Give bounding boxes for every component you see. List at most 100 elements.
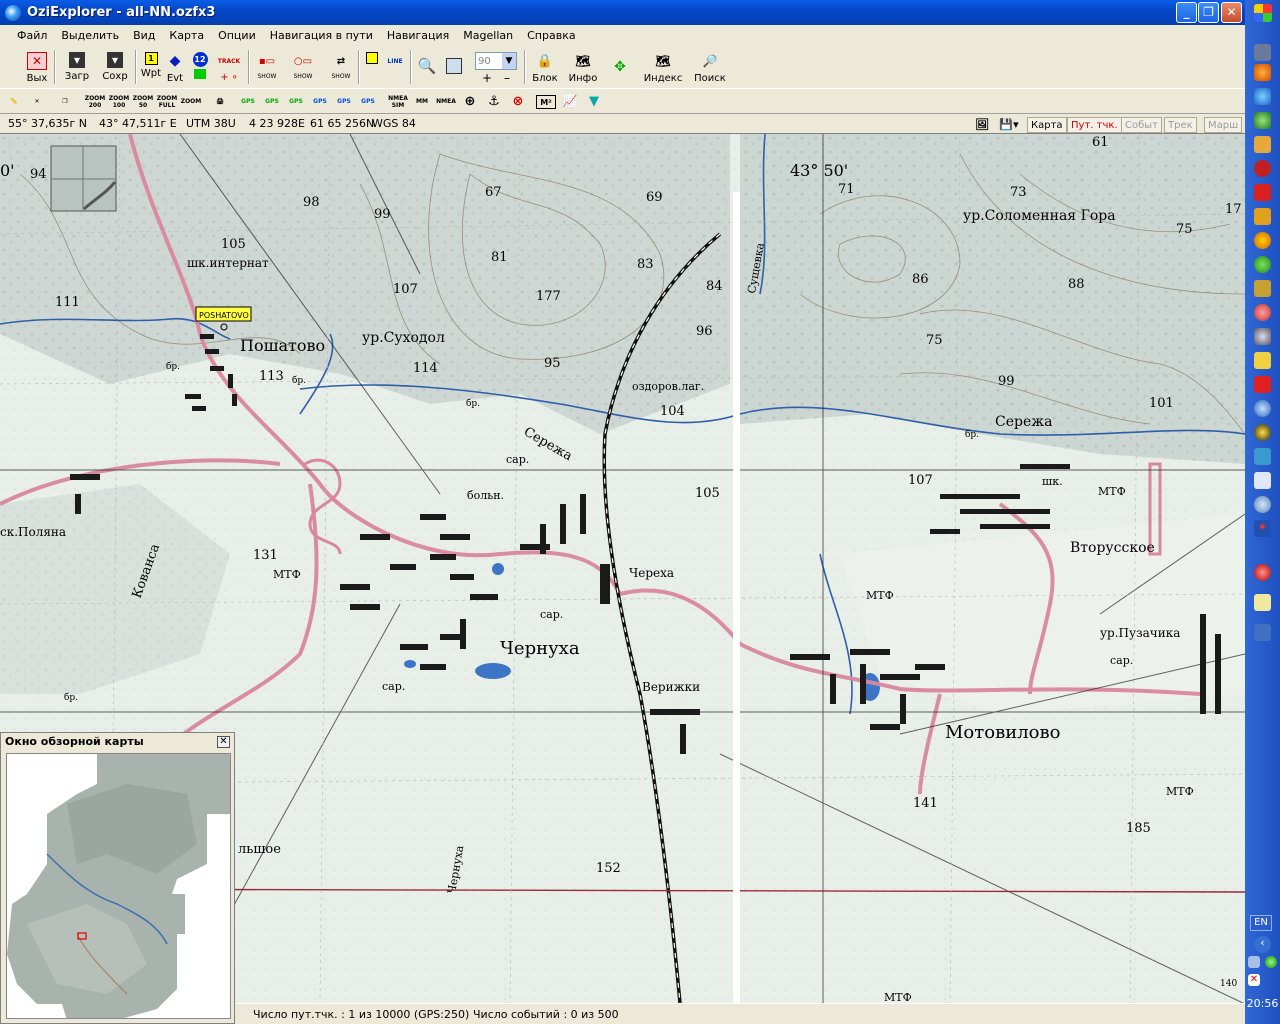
- menu-options[interactable]: Опции: [211, 29, 263, 42]
- show-waypoints-button[interactable]: ▪▭ SHOW: [254, 48, 280, 86]
- copy-map-icon[interactable]: ❐: [55, 92, 75, 111]
- zoom-out-button[interactable]: –: [504, 71, 510, 85]
- green-tray-icon[interactable]: [1265, 956, 1277, 968]
- show-events-button[interactable]: ○▭ SHOW: [290, 48, 316, 86]
- network-icon[interactable]: [1248, 956, 1260, 968]
- text-icon[interactable]: [1254, 448, 1271, 465]
- notepad-icon[interactable]: [1254, 594, 1271, 611]
- waypoint-number-button[interactable]: 12: [189, 48, 211, 86]
- save-button[interactable]: ▾ Сохр: [100, 48, 130, 86]
- tab-map[interactable]: Карта: [1027, 117, 1067, 133]
- red-app-icon[interactable]: [1254, 160, 1271, 177]
- app-globe-icon[interactable]: [5, 4, 21, 21]
- nmea-sim-button[interactable]: NMEA SIM: [386, 92, 410, 111]
- gps-4-button[interactable]: GPS: [310, 92, 330, 111]
- sun-icon[interactable]: [1254, 232, 1271, 249]
- ruler-icon[interactable]: 📏: [4, 92, 24, 111]
- media-icon[interactable]: [1254, 184, 1271, 201]
- green-flower-icon[interactable]: [1254, 256, 1271, 273]
- tab-track[interactable]: Трек: [1164, 117, 1197, 133]
- anchor-icon[interactable]: ⚓: [484, 92, 504, 111]
- line-button[interactable]: LINE: [384, 48, 406, 86]
- menu-view[interactable]: Вид: [126, 29, 162, 42]
- exit-button[interactable]: ✕ Вых: [24, 48, 50, 86]
- overview-close-button[interactable]: ✕: [217, 736, 230, 748]
- event-button[interactable]: ◆ Evt: [164, 48, 186, 86]
- track-button[interactable]: TRACK + ∘: [214, 48, 244, 86]
- map-index-button[interactable]: 🗺 Индекс: [643, 48, 683, 86]
- info-button[interactable]: 🗺 Инфо: [567, 48, 599, 86]
- start-windows-icon[interactable]: [1254, 4, 1272, 22]
- globe-icon[interactable]: [1254, 112, 1271, 129]
- route-edit-button[interactable]: [362, 48, 382, 86]
- opera-icon[interactable]: [1254, 564, 1271, 581]
- dropdown-arrow-icon[interactable]: ▼: [502, 53, 516, 69]
- red-square-icon[interactable]: [1254, 376, 1271, 393]
- gps-3-button[interactable]: GPS: [286, 92, 306, 111]
- menu-moving-navigation[interactable]: Навигация в пути: [263, 29, 380, 42]
- blue-globe-icon[interactable]: [1254, 400, 1271, 417]
- tool-icon[interactable]: [1254, 280, 1271, 297]
- antivirus-icon[interactable]: ✕: [1248, 974, 1260, 986]
- crosshair-icon[interactable]: ⊕: [460, 92, 480, 111]
- print-icon[interactable]: 🖨: [210, 92, 230, 111]
- gps-2-button[interactable]: GPS: [262, 92, 282, 111]
- disc-icon[interactable]: [1254, 328, 1271, 345]
- m2-area-icon[interactable]: M²: [536, 95, 556, 109]
- radiation-icon[interactable]: [1254, 424, 1271, 441]
- zoom-full-button[interactable]: ZOOM FULL: [156, 92, 178, 111]
- zoom-in-button[interactable]: +: [482, 71, 492, 85]
- waypoint-button[interactable]: 1 Wpt: [140, 48, 162, 86]
- filter-icon[interactable]: ▼: [584, 92, 604, 111]
- moving-map-button[interactable]: MM: [412, 92, 432, 111]
- zoom-50-button[interactable]: ZOOM 50: [132, 92, 154, 111]
- gps-6-button[interactable]: GPS: [358, 92, 378, 111]
- alarm-icon[interactable]: ⊗: [508, 92, 528, 111]
- overview-map-canvas[interactable]: [6, 753, 231, 1019]
- chart-icon[interactable]: 📈: [560, 92, 580, 111]
- zoom-area-button[interactable]: ZOOM: [180, 92, 202, 111]
- map-window-button[interactable]: [442, 48, 466, 86]
- overview-map-tiles[interactable]: [7, 754, 231, 1019]
- pen-icon[interactable]: [1254, 472, 1271, 489]
- zoom-select[interactable]: 90 ▼: [475, 52, 517, 70]
- ie-icon[interactable]: [1254, 88, 1271, 105]
- load-button[interactable]: ▾ Загр: [62, 48, 92, 86]
- menu-select[interactable]: Выделить: [54, 29, 126, 42]
- pencil-icon[interactable]: [1254, 136, 1271, 153]
- zoom-tool-button[interactable]: 🔍: [415, 48, 439, 86]
- menu-navigation[interactable]: Навигация: [380, 29, 456, 42]
- zoom-100-button[interactable]: ZOOM 100: [108, 92, 130, 111]
- language-indicator[interactable]: EN: [1250, 915, 1272, 931]
- restore-button[interactable]: ❐: [1198, 2, 1219, 23]
- nmea-button[interactable]: NMEA: [436, 92, 456, 111]
- zoom-200-button[interactable]: ZOOM 200: [84, 92, 106, 111]
- lock-button[interactable]: 🔒 Блок: [530, 48, 560, 86]
- firefox-icon[interactable]: [1254, 64, 1271, 81]
- tab-waypoints[interactable]: Пут. тчк.: [1067, 117, 1122, 133]
- lamp-icon[interactable]: [1254, 352, 1271, 369]
- target-icon[interactable]: [1254, 304, 1271, 321]
- cross-tool-icon[interactable]: ✕: [27, 92, 47, 111]
- find-button[interactable]: 🔎 Поиск: [692, 48, 728, 86]
- close-button[interactable]: ✕: [1221, 2, 1242, 23]
- show-route-button[interactable]: ⇄ SHOW: [328, 48, 354, 86]
- menu-magellan[interactable]: Magellan: [456, 29, 520, 42]
- cd-icon[interactable]: [1254, 496, 1271, 513]
- folder-icon[interactable]: [1254, 208, 1271, 225]
- save-dropdown-icon[interactable]: 💾▾: [996, 115, 1022, 134]
- gps-5-button[interactable]: GPS: [334, 92, 354, 111]
- pan-arrows-button[interactable]: ✥: [603, 48, 637, 86]
- menu-file[interactable]: Файл: [10, 29, 54, 42]
- map-image-icon[interactable]: 🖼: [972, 115, 992, 134]
- quicklaunch-icon-1[interactable]: [1254, 44, 1271, 61]
- tab-events[interactable]: Событ: [1121, 117, 1162, 133]
- menu-help[interactable]: Справка: [520, 29, 582, 42]
- compass-icon[interactable]: ✶: [1254, 520, 1271, 537]
- ozi-task-icon[interactable]: [1254, 624, 1271, 641]
- menu-map[interactable]: Карта: [162, 29, 211, 42]
- gps-1-button[interactable]: GPS: [238, 92, 258, 111]
- tab-route[interactable]: Марш: [1204, 117, 1243, 133]
- minimize-button[interactable]: _: [1176, 2, 1197, 23]
- tray-expand-icon[interactable]: ‹: [1254, 936, 1271, 953]
